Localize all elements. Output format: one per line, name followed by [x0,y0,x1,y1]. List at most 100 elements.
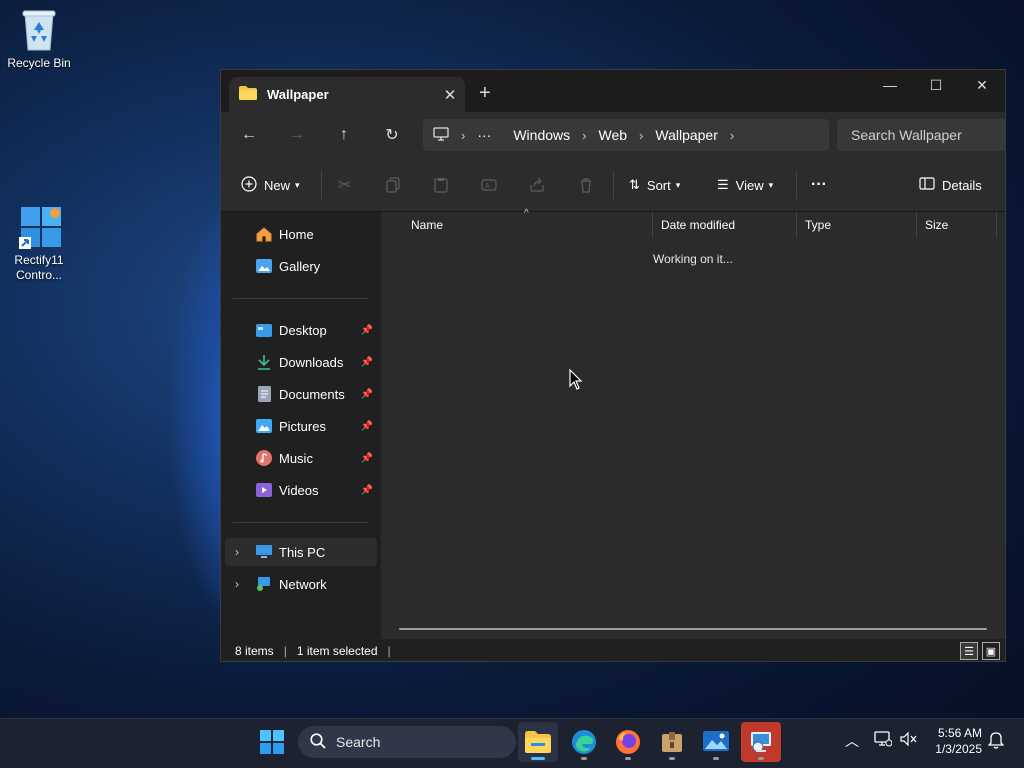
taskbar-search-label: Search [336,734,381,750]
column-header-date-modified[interactable]: Date modified [653,212,797,238]
taskbar-app-photos[interactable] [696,722,736,762]
status-divider: | [283,644,287,658]
sort-label: Sort [646,177,671,193]
sidebar-item-music[interactable]: Music 📌 [233,444,377,472]
navigation-pane: Home Gallery Desktop 📌 Downloads 📌 Docum… [221,212,379,639]
rectify11-control-panel-icon [19,205,61,249]
breadcrumb-web[interactable]: Web [598,127,627,143]
gallery-icon [255,258,273,274]
breadcrumb-more[interactable]: ··· [477,127,491,143]
delete-icon[interactable] [578,173,594,197]
taskbar: Search ︿ 5:56 AM 1/3/2025 [0,718,1024,768]
remote-app-icon [751,732,771,753]
details-view-icon[interactable]: ☰ [960,642,978,660]
file-explorer-icon [525,731,551,753]
column-header-type[interactable]: Type [797,212,917,238]
search-input[interactable]: Search Wallpaper [837,119,1005,151]
sidebar-item-desktop[interactable]: Desktop 📌 [233,316,377,344]
tab-wallpaper[interactable]: Wallpaper ✕ [229,77,465,112]
large-icons-view-icon[interactable]: ▣ [982,642,1000,660]
horizontal-scrollbar[interactable] [399,628,987,630]
sidebar-item-label: Desktop [279,322,327,338]
start-button[interactable] [252,722,292,762]
taskbar-app-file-explorer[interactable] [518,722,558,762]
file-list[interactable]: ^ Name Date modified Type Size Working o… [381,208,1005,639]
sidebar-item-label: Home [279,226,314,242]
taskbar-app-edge[interactable] [564,722,604,762]
this-pc-icon [255,544,273,560]
address-bar: ← → ↑ ↻ › ··· Windows › Web › Wallpaper … [221,112,1005,158]
taskbar-app-remote[interactable] [741,722,781,762]
column-header-size[interactable]: Size [917,212,997,238]
column-header-name[interactable]: Name [403,212,653,238]
details-button[interactable]: Details [919,173,982,197]
forward-arrow-icon[interactable]: → [281,123,313,147]
sidebar-item-home[interactable]: Home [233,220,377,248]
refresh-icon[interactable]: ↻ [376,123,408,147]
close-window-button[interactable]: ✕ [959,70,1005,100]
share-icon[interactable] [529,173,545,197]
copy-icon[interactable] [385,173,401,197]
downloads-icon [255,354,273,370]
sidebar-item-downloads[interactable]: Downloads 📌 [233,348,377,376]
sort-button[interactable]: ⇅ Sort ▾ [629,173,680,197]
search-icon [310,732,326,752]
desktop-icon-recycle-bin[interactable]: Recycle Bin [0,8,78,71]
notification-bell-icon[interactable] [987,731,1005,752]
pin-icon: 📌 [360,420,373,432]
status-bar: 8 items | 1 item selected | ☰ ▣ [221,639,1005,661]
folder-icon [239,86,257,103]
desktop-icon-label: Recycle Bin [7,56,71,70]
chevron-right-icon: › [639,127,644,143]
sidebar-item-network[interactable]: › Network [225,570,377,598]
back-arrow-icon[interactable]: ← [233,123,265,147]
network-status-icon[interactable] [874,731,893,750]
chevron-down-icon: ▾ [675,179,681,190]
details-pane-icon [919,177,935,193]
sidebar-item-this-pc[interactable]: › This PC [225,538,377,566]
breadcrumb-wallpaper[interactable]: Wallpaper [655,127,718,143]
loading-message: Working on it... [653,252,733,266]
file-explorer-window: Wallpaper ✕ + — ☐ ✕ ← → ↑ ↻ › ··· Window… [220,69,1006,662]
pictures-icon [255,418,273,434]
up-arrow-icon[interactable]: ↑ [328,123,360,147]
monitor-icon[interactable] [433,126,449,144]
system-clock[interactable]: 5:56 AM 1/3/2025 [924,725,982,757]
sort-icon: ⇅ [629,177,640,192]
sidebar-item-videos[interactable]: Videos 📌 [233,476,377,504]
maximize-button[interactable]: ☐ [913,70,959,100]
taskbar-search[interactable]: Search [298,726,516,758]
taskbar-app-archive[interactable] [652,722,692,762]
recycle-bin-icon [19,8,59,52]
chevron-right-icon[interactable]: › [235,577,239,591]
new-button[interactable]: New ▾ [241,173,300,197]
volume-muted-icon[interactable] [900,731,918,750]
mouse-cursor-icon [569,368,583,394]
sidebar-item-gallery[interactable]: Gallery [233,252,377,280]
title-bar[interactable]: Wallpaper ✕ + — ☐ ✕ [221,70,1005,112]
chevron-right-icon[interactable]: › [730,128,734,143]
show-hidden-icons-chevron-up-icon[interactable]: ︿ [845,731,859,751]
breadcrumb[interactable]: › ··· Windows › Web › Wallpaper › [423,119,829,151]
more-options-button[interactable]: ··· [811,173,827,197]
view-button[interactable]: ☰ View ▾ [717,173,773,197]
sidebar-item-documents[interactable]: Documents 📌 [233,380,377,408]
chevron-right-icon[interactable]: › [235,545,239,559]
clock-time: 5:56 AM [937,726,982,740]
breadcrumb-windows[interactable]: Windows [513,127,570,143]
close-tab-icon[interactable]: ✕ [435,86,465,104]
status-divider: | [387,644,391,658]
taskbar-app-firefox[interactable] [608,722,648,762]
cut-icon[interactable]: ✂ [338,173,351,197]
new-tab-button[interactable]: + [479,82,491,105]
view-label: View [735,177,764,193]
sidebar-item-label: Pictures [279,418,326,434]
chevron-down-icon: ▾ [768,179,774,190]
desktop-icon-rectify11[interactable]: Rectify11 Contro... [0,205,78,283]
desktop-icon-label: Rectify11 Contro... [14,253,64,282]
minimize-button[interactable]: — [867,70,913,100]
rename-icon[interactable]: A [481,173,497,197]
paste-icon[interactable] [433,173,449,197]
svg-text:A: A [485,183,490,190]
sidebar-item-pictures[interactable]: Pictures 📌 [233,412,377,440]
